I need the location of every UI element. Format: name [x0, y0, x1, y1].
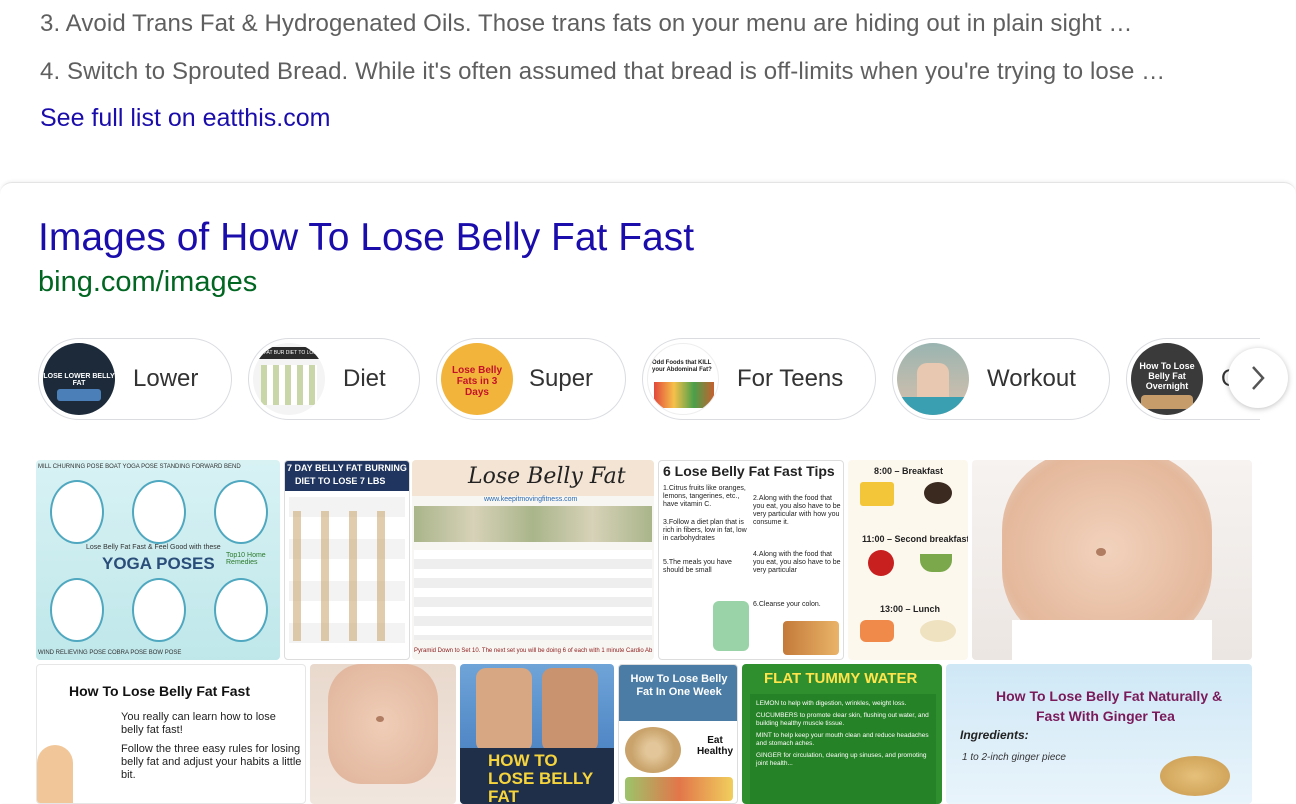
related-chips-row: LOSE LOWER BELLY FAT Lower LLY FAT BUR D… — [38, 338, 1260, 424]
images-title-link[interactable]: Images of How To Lose Belly Fat Fast — [38, 216, 694, 260]
chip-label: Lower — [133, 365, 199, 392]
chips-next-button[interactable] — [1228, 348, 1288, 408]
image-result-fast-article[interactable]: How To Lose Belly Fat Fast You really ca… — [36, 664, 306, 804]
image-result-ginger-tea[interactable]: How To Lose Belly Fat Naturally & Fast W… — [946, 664, 1252, 804]
chevron-right-icon — [1252, 366, 1265, 390]
chip-workout[interactable]: Workout — [892, 338, 1110, 420]
image-result-how-to-lose[interactable]: HOW TO LOSE BELLY FAT — [460, 664, 614, 804]
chip-for-teens[interactable]: Odd Foods that KILL your Abdominal Fat? … — [642, 338, 876, 420]
image-result-belly-photo[interactable] — [972, 460, 1252, 660]
chip-label: Super — [529, 365, 594, 392]
image-result-one-week[interactable]: How To Lose Belly Fat In One Week Eat He… — [618, 664, 738, 804]
chip-thumbnail: LOSE LOWER BELLY FAT — [43, 343, 115, 415]
chip-thumbnail — [897, 343, 969, 415]
chip-thumbnail: Odd Foods that KILL your Abdominal Fat? — [647, 343, 719, 415]
chip-thumbnail: Lose Belly Fats in 3 Days — [441, 343, 513, 415]
image-result-6-tips[interactable]: 6 Lose Belly Fat Fast Tips 1.Citrus frui… — [658, 460, 844, 660]
chip-thumbnail: LLY FAT BUR DIET TO LOSE 7 LBS — [253, 343, 325, 415]
image-result-yoga-poses[interactable]: MILL CHURNING POSE BOAT YOGA POSE STANDI… — [36, 460, 280, 660]
image-result-breakfast-plan[interactable]: 8:00 – Breakfast 11:00 – Second breakfas… — [848, 460, 968, 660]
chip-thumbnail: How To Lose Belly Fat Overnight — [1131, 343, 1203, 415]
list-item-3: 3. Avoid Trans Fat & Hydrogenated Oils. … — [40, 10, 1133, 37]
chip-lower[interactable]: LOSE LOWER BELLY FAT Lower — [38, 338, 232, 420]
chip-label: Workout — [987, 365, 1076, 392]
chip-diet[interactable]: LLY FAT BUR DIET TO LOSE 7 LBS Diet — [248, 338, 420, 420]
list-item-4: 4. Switch to Sprouted Bread. While it's … — [40, 58, 1166, 85]
images-source-url: bing.com/images — [38, 266, 258, 298]
image-result-lose-belly-fat[interactable]: Lose Belly Fat www.keepitmovingfitness.c… — [412, 460, 654, 660]
see-full-list-link[interactable]: See full list on eatthis.com — [40, 104, 330, 133]
image-result-flat-tummy-water[interactable]: FLAT TUMMY WATER LEMON to help with dige… — [742, 664, 942, 804]
chip-super[interactable]: Lose Belly Fats in 3 Days Super — [436, 338, 626, 420]
chip-label: Diet — [343, 365, 386, 392]
chip-label: For Teens — [737, 365, 844, 392]
image-result-7-day-diet[interactable]: 7 DAY BELLY FAT BURNING DIET TO LOSE 7 L… — [284, 460, 410, 660]
image-result-waist-photo[interactable] — [310, 664, 456, 804]
